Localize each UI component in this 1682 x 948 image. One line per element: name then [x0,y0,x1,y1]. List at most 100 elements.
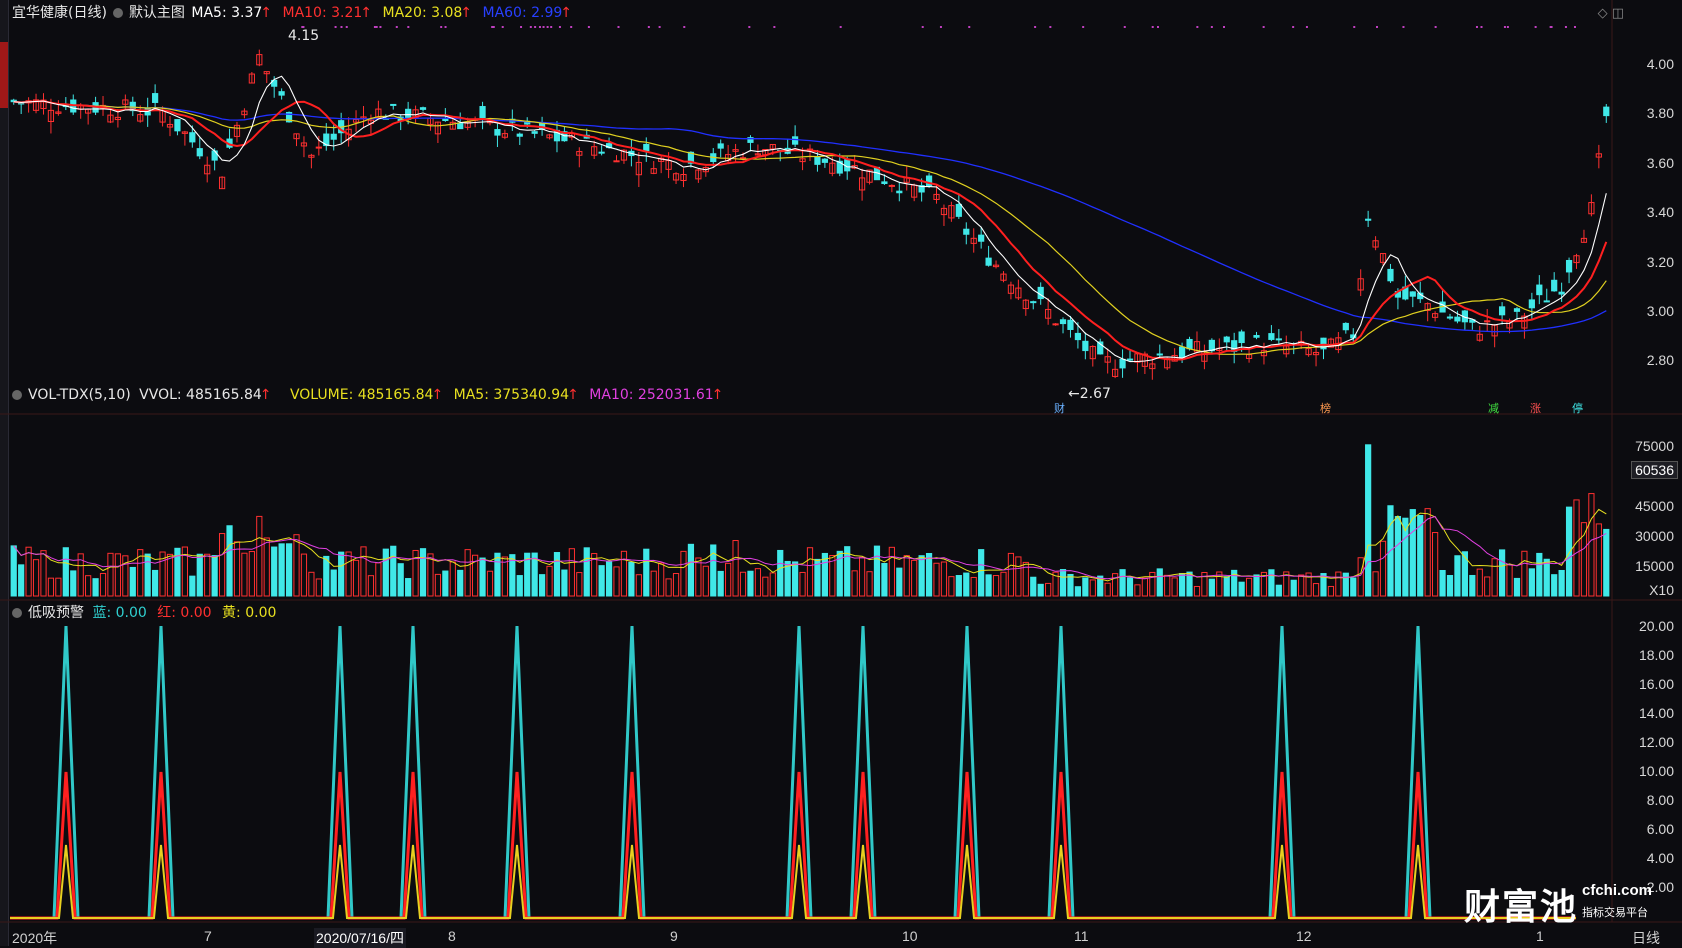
volume-bar [1543,558,1550,597]
candle-body [1082,340,1089,352]
volume-bar [978,549,985,597]
up-arrow-icon: ↑ [259,387,272,403]
volume-bar [583,547,590,597]
volume-bar [1238,581,1245,597]
volume-bar [1245,577,1253,597]
volume-bar [576,572,583,597]
volume-bar [1476,568,1483,597]
signal-dot [1222,26,1225,28]
volume-indicator-label[interactable]: VOL-TDX(5,10) [28,387,131,403]
volume-bar [687,543,695,597]
volume-bar [1089,579,1096,597]
x-axis-label: 2020年 [12,930,58,946]
volume-bar [1573,499,1580,597]
volume-ytick: 45000 [1635,498,1674,514]
volume-bar [858,556,866,597]
signal-dot [440,26,443,28]
volume-bar [1030,576,1037,597]
volume-bar [256,515,263,597]
candle-body [315,146,322,149]
candle-body [390,103,397,106]
volume-bar [1253,574,1260,597]
volume-bar [680,550,687,597]
settings-dot-icon[interactable] [12,390,22,400]
brand-url: cfchi.com [1582,882,1653,899]
x-axis-label: 7 [204,928,212,944]
signal-dot [1305,26,1308,28]
signal-dot [373,26,376,28]
event-tag-reduce[interactable]: 减 [1488,400,1499,416]
candle-body [888,184,895,187]
restore-icon[interactable]: ◫ [1612,6,1624,21]
volume-bar [1268,569,1275,597]
volume-bar [360,546,367,597]
signal-dot [520,26,523,28]
candle-body [1275,338,1282,341]
volume-bar [911,559,918,597]
signal-dot [501,26,504,28]
candle-body [1536,284,1543,296]
volume-bar [1074,586,1082,597]
signal-dot [546,26,549,28]
window-controls[interactable]: ◇ ◫ [1598,6,1624,21]
volume-bar [330,569,337,597]
volume-bar [925,553,933,597]
volume-bar [114,553,122,597]
event-tag-rise[interactable]: 涨 [1530,400,1541,416]
volume-bar [1126,577,1134,597]
volume-bar [315,578,322,597]
volume-bar [308,571,315,597]
candle-body [457,122,464,130]
volume-bar [1037,583,1044,597]
volume-bar [1498,549,1506,597]
settings-dot-icon[interactable] [112,8,123,18]
candle-body [189,132,196,143]
volume-ytick: 30000 [1635,528,1674,544]
volume-bar [1178,572,1186,597]
signal-dot [1480,26,1483,28]
candle-body [1178,346,1186,359]
signal-ytick: 10.00 [1638,763,1674,779]
volume-bar [1536,552,1543,597]
brand-slogan: 指标交易平台 [1582,906,1648,919]
volume-bar [918,555,925,597]
signal-dot [1210,26,1213,28]
event-tag-halt[interactable]: 停 [1572,400,1583,416]
volume-bar [1603,528,1610,597]
volume-bar [494,552,501,597]
volume-bar [1558,569,1565,597]
volume-bar [122,555,129,597]
volume-bar [1580,522,1588,597]
event-tag-finance[interactable]: 财 [1054,400,1065,416]
volume-bar [866,571,873,597]
candle-body [1498,306,1506,316]
event-tag-list[interactable]: 榜 [1320,400,1331,416]
candle-body [1156,353,1163,356]
up-arrow-icon: ↑ [431,387,444,403]
settings-dot-icon[interactable] [12,608,22,618]
main-chart-label[interactable]: 默认主图 [129,5,185,21]
volume-bar [1379,540,1387,597]
volume-bar [725,562,732,597]
volume-bar [442,570,449,597]
signal-dot [407,26,410,28]
volume-bar [1350,577,1357,597]
x-axis-label: 8 [448,928,456,944]
up-arrow-icon: ↑ [567,387,579,403]
candle-body [1052,323,1059,326]
diamond-icon[interactable]: ◇ [1598,6,1608,21]
volume-bar [1275,584,1282,597]
crosshair-date: 2020/07/16/四 [314,928,406,948]
signal-dot [1262,26,1265,28]
chart-canvas[interactable] [0,0,1682,946]
period-button[interactable]: 日线 [1632,928,1660,948]
price-ytick: 2.80 [1646,352,1674,368]
volume-bar [427,553,434,597]
volume-bar [99,572,107,597]
volume-bar [70,570,77,597]
volume-bar [695,557,702,597]
volume-bar [635,574,642,597]
chart-window[interactable]: 宜华健康(日线) 默认主图 MA5: 3.37↑ MA10: 3.21↑ MA20… [0,0,1682,948]
signal-indicator-label[interactable]: 低吸预警 [28,605,84,621]
volume-bar [1394,516,1402,597]
